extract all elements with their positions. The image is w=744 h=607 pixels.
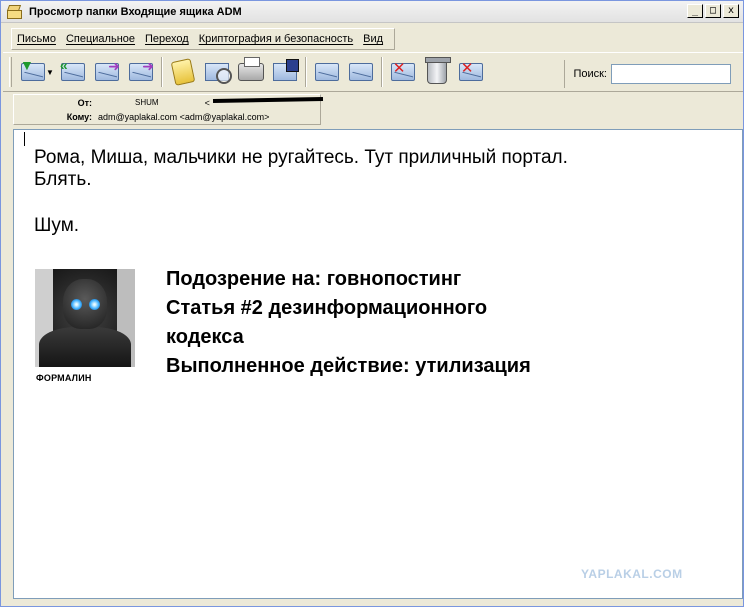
delete-button[interactable]: ✕ <box>386 55 420 89</box>
verdict-line-4: Выполненное действие: утилизация <box>166 355 531 377</box>
trash-icon <box>424 57 451 84</box>
title-bar: Просмотр папки Входящие ящика ADM _ □ x <box>1 1 743 23</box>
toolbar-separator <box>160 57 163 87</box>
menu-item-crypto[interactable]: Криптография и безопасность <box>194 33 358 45</box>
close-button[interactable]: x <box>723 4 739 18</box>
verdict-line-2: Статья #2 дезинформационного <box>166 297 488 319</box>
menu-item-letter[interactable]: Письмо <box>12 33 61 45</box>
to-label: Кому: <box>66 112 92 122</box>
from-row: От: SHUM < <box>14 97 323 108</box>
junk-x-icon: ✕ <box>460 60 474 77</box>
maximize-button[interactable]: □ <box>705 4 721 18</box>
window-controls: _ □ x <box>687 4 739 18</box>
message-line-2: Блять. <box>34 169 92 190</box>
message-line-1: Рома, Миша, мальчики не ругайтесь. Тут п… <box>34 147 568 168</box>
double-arrow-left-icon: « <box>59 57 68 73</box>
mail-window: Просмотр папки Входящие ящика ADM _ □ x … <box>0 0 744 607</box>
note-icon <box>170 58 196 86</box>
menu-item-special[interactable]: Специальное <box>61 33 140 45</box>
toolbar-grip[interactable] <box>9 57 12 87</box>
save-icon <box>272 59 299 81</box>
search-area: Поиск: <box>564 60 731 88</box>
arrow-down-icon: ▼ <box>20 57 34 73</box>
previous-button[interactable] <box>310 55 344 89</box>
watermark: YAPLAKAL.COM <box>581 567 683 581</box>
next-button[interactable] <box>344 55 378 89</box>
reply-button[interactable]: ➜ <box>90 55 124 89</box>
arrow-icon: ➜ <box>108 58 120 74</box>
verdict-text: Подозрение на: говнопостинг Статья #2 де… <box>166 265 531 381</box>
folder-icon <box>6 4 23 19</box>
to-value: adm@yaplakal.com <adm@yaplakal.com> <box>98 112 270 122</box>
get-mail-button[interactable]: ▼ <box>16 55 50 89</box>
window-title: Просмотр папки Входящие ящика ADM <box>29 5 242 18</box>
redaction-mark <box>212 97 323 103</box>
magnifier-icon <box>204 63 232 84</box>
message-body[interactable]: Рома, Миша, мальчики не ругайтесь. Тут п… <box>13 129 743 599</box>
search-label: Поиск: <box>573 68 607 80</box>
toolbar-separator <box>380 57 383 87</box>
junk-button[interactable]: ✕ <box>454 55 488 89</box>
from-email-prefix: < <box>204 98 210 108</box>
notes-button[interactable] <box>166 55 200 89</box>
forward-button[interactable]: ➜ <box>124 55 158 89</box>
menu-item-go[interactable]: Переход <box>140 33 194 45</box>
verdict-line-3: кодекса <box>166 326 244 348</box>
envelope-down-icon <box>348 63 373 81</box>
from-name: SHUM <box>135 98 159 107</box>
verdict-line-1: Подозрение на: говнопостинг <box>166 268 462 290</box>
menu-item-view[interactable]: Вид <box>358 33 388 45</box>
minimize-button[interactable]: _ <box>687 4 703 18</box>
from-label: От: <box>77 98 92 108</box>
toolbar-separator <box>304 57 307 87</box>
search-input[interactable] <box>611 64 731 84</box>
save-button[interactable] <box>268 55 302 89</box>
envelope-up-icon <box>314 63 339 81</box>
avatar-caption: ФОРМАЛИН <box>36 373 92 383</box>
toolbar: ▼ ▼ « ➜ ➜ ✕ ✕ Поиск: <box>3 52 743 92</box>
arrow-icon: ➜ <box>142 58 154 74</box>
printer-icon <box>237 57 264 81</box>
menu-bar: Письмо Специальное Переход Криптография … <box>11 28 396 50</box>
delete-x-icon: ✕ <box>392 60 406 77</box>
message-signature: Шум. <box>34 215 80 236</box>
print-button[interactable] <box>234 55 268 89</box>
find-button[interactable] <box>200 55 234 89</box>
text-caret <box>24 132 25 146</box>
reply-all-button[interactable]: « <box>56 55 90 89</box>
message-header: От: SHUM < Кому: adm@yaplakal.com <adm@y… <box>13 94 323 125</box>
avatar <box>35 269 135 367</box>
to-row: Кому: adm@yaplakal.com <adm@yaplakal.com… <box>14 112 270 122</box>
trash-button[interactable] <box>420 55 454 89</box>
